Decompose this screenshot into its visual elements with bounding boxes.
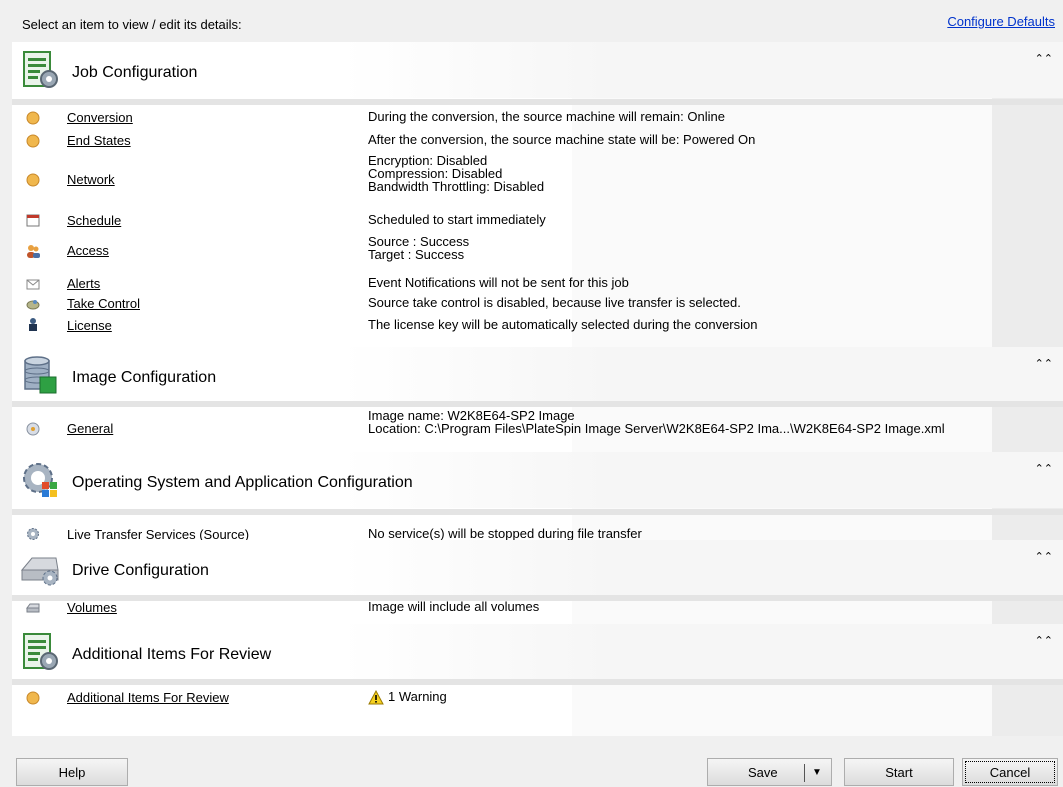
conversion-link[interactable]: Conversion [67, 110, 133, 125]
configure-defaults-link[interactable]: Configure Defaults [947, 14, 1055, 29]
conversion-description: During the conversion, the source machin… [368, 109, 725, 124]
general-link[interactable]: General [67, 421, 113, 436]
collapse-icon[interactable]: ⌃⌃ [1035, 357, 1053, 370]
section-title: Job Configuration [72, 64, 198, 81]
footer-bar: Help Save ▼ Start Cancel [0, 736, 1063, 786]
section-title: Additional Items For Review [72, 646, 272, 663]
section-divider [12, 99, 1063, 105]
section-divider [12, 509, 1063, 515]
take-control-link[interactable]: Take Control [67, 296, 140, 311]
globe-icon [26, 134, 40, 148]
access-link[interactable]: Access [67, 243, 109, 258]
section-os-configuration[interactable]: Operating System and Application Configu… [12, 452, 1063, 508]
users-icon [27, 245, 40, 258]
warning-count: 1 Warning [388, 689, 447, 704]
license-key-icon [29, 318, 37, 331]
section-divider [12, 679, 1063, 685]
disc-icon [26, 422, 40, 436]
globe-icon [26, 111, 40, 125]
license-link[interactable]: License [67, 318, 112, 333]
instruction-text: Select an item to view / edit its detail… [22, 17, 242, 32]
save-button[interactable]: Save ▼ [707, 758, 832, 786]
live-transfer-description: No service(s) will be stopped during fil… [368, 526, 642, 541]
database-icon [24, 356, 57, 394]
warning-icon [368, 690, 384, 705]
section-divider [12, 401, 1063, 407]
save-label: Save [748, 765, 778, 780]
help-button[interactable]: Help [16, 758, 128, 786]
collapse-icon[interactable]: ⌃⌃ [1035, 52, 1053, 65]
network-link[interactable]: Network [67, 172, 115, 187]
envelope-icon [26, 279, 40, 290]
section-job-configuration[interactable]: Job Configuration ⌃⌃ [12, 42, 1063, 98]
windows-gear-icon [23, 463, 57, 497]
drive-gear-icon [20, 557, 59, 586]
section-title: Operating System and Application Configu… [72, 474, 413, 491]
calendar-icon [26, 214, 40, 227]
volumes-link[interactable]: Volumes [67, 600, 117, 615]
collapse-icon[interactable]: ⌃⌃ [1035, 462, 1053, 475]
cancel-button[interactable]: Cancel [962, 758, 1058, 786]
section-additional-items[interactable]: Additional Items For Review ⌃⌃ [12, 624, 1063, 680]
section-title: Drive Configuration [72, 562, 209, 579]
section-image-configuration[interactable]: Image Configuration ⌃⌃ [12, 347, 1063, 403]
collapse-icon[interactable]: ⌃⌃ [1035, 634, 1053, 647]
split-separator [804, 764, 805, 782]
gear-icon [27, 528, 39, 540]
globe-icon [26, 691, 40, 705]
additional-review-link[interactable]: Additional Items For Review [67, 690, 229, 705]
alerts-description: Event Notifications will not be sent for… [368, 275, 629, 290]
config-sheet-icon [23, 633, 58, 670]
volumes-description: Image will include all volumes [368, 599, 540, 614]
dropdown-arrow-icon[interactable]: ▼ [812, 759, 822, 787]
end-states-link[interactable]: End States [67, 133, 131, 148]
section-drive-configuration[interactable]: Drive Configuration ⌃⌃ [12, 540, 1063, 596]
network-bandwidth: Bandwidth Throttling: Disabled [368, 179, 545, 194]
alerts-link[interactable]: Alerts [67, 276, 100, 291]
hard-drive-icon [26, 603, 40, 613]
top-bar: Select an item to view / edit its detail… [0, 0, 1063, 42]
license-description: The license key will be automatically se… [368, 317, 758, 332]
end-states-description: After the conversion, the source machine… [368, 132, 756, 147]
start-button[interactable]: Start [844, 758, 954, 786]
schedule-description: Scheduled to start immediately [368, 212, 546, 227]
satellite-icon [26, 300, 40, 310]
collapse-icon[interactable]: ⌃⌃ [1035, 550, 1053, 563]
globe-icon [26, 173, 40, 187]
details-panel: Job Configuration ⌃⌃ Conversion During t… [12, 42, 1063, 736]
take-control-description: Source take control is disabled, because… [368, 295, 741, 310]
image-location: Location: C:\Program Files\PlateSpin Ima… [368, 421, 945, 436]
schedule-link[interactable]: Schedule [67, 213, 121, 228]
config-sheet-icon [23, 51, 58, 88]
access-target: Target : Success [368, 247, 465, 262]
section-title: Image Configuration [72, 369, 217, 386]
